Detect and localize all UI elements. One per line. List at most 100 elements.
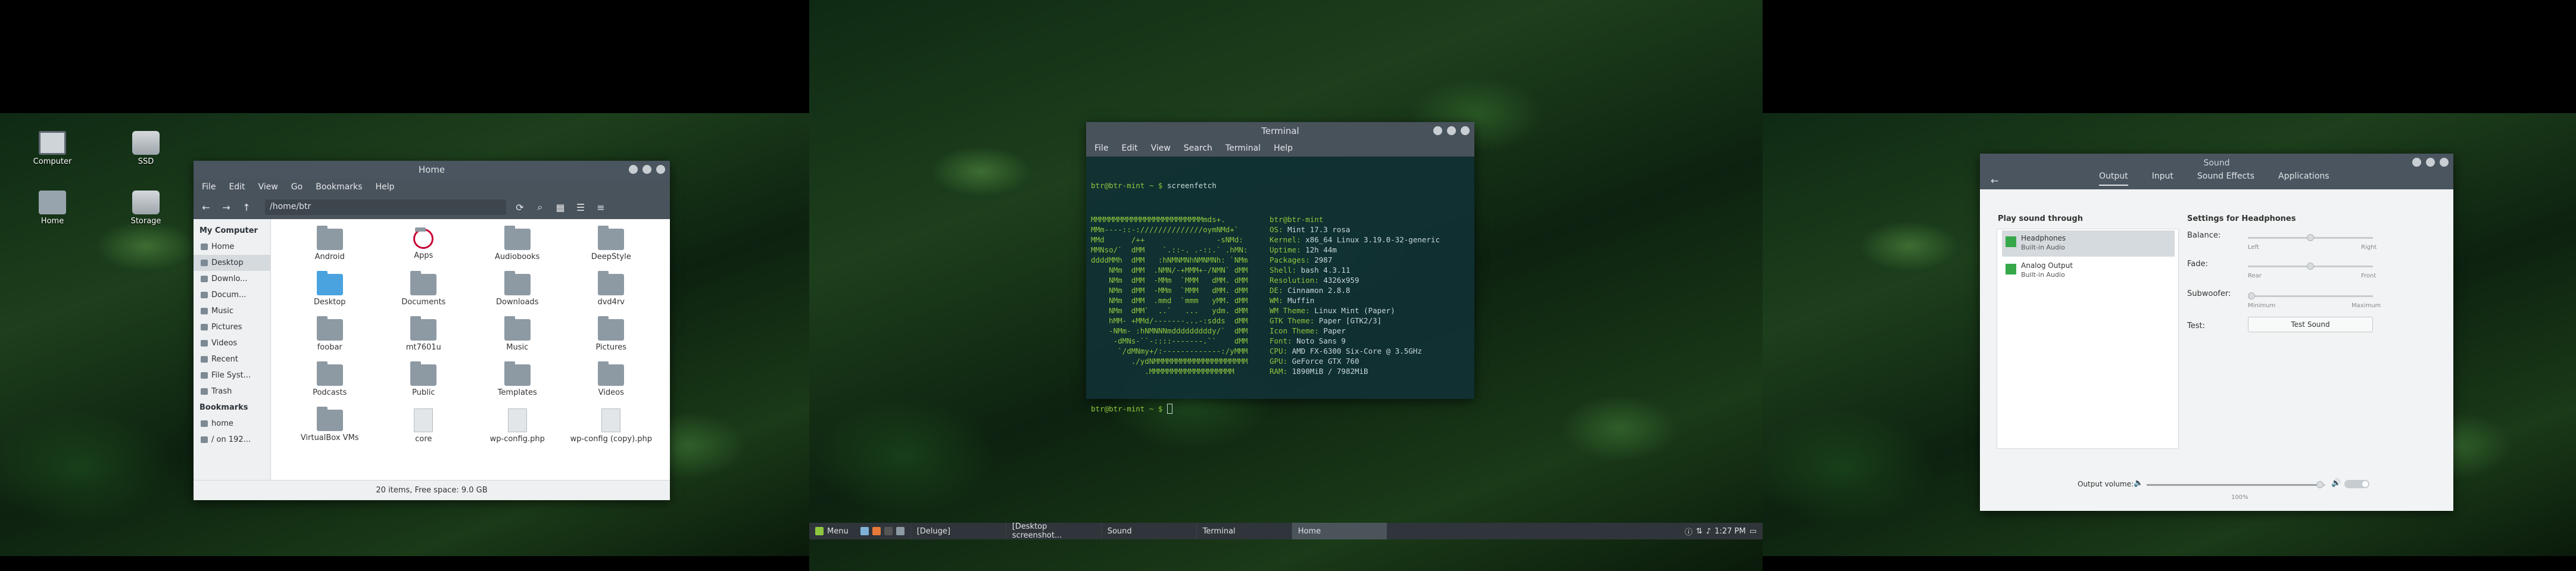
- up-icon[interactable]: ↑: [240, 202, 253, 213]
- file-item[interactable]: Android: [283, 225, 377, 270]
- file-item[interactable]: wp-config.php: [470, 406, 565, 451]
- desktop-icon-computer[interactable]: Computer: [23, 131, 82, 166]
- menu-help[interactable]: Help: [375, 182, 394, 192]
- clock[interactable]: 1:27 PM: [1714, 527, 1745, 536]
- taskbar-window-home[interactable]: Home: [1291, 523, 1387, 539]
- grid-view-icon[interactable]: ▦: [554, 202, 567, 213]
- sidebar-item-trash[interactable]: Trash: [194, 383, 270, 400]
- balance-slider[interactable]: [2248, 234, 2373, 241]
- forward-icon[interactable]: →: [220, 202, 233, 213]
- file-item[interactable]: Documents: [377, 270, 471, 316]
- file-item[interactable]: Desktop: [283, 270, 377, 316]
- file-item[interactable]: mt7601u: [377, 316, 471, 361]
- maximize-icon[interactable]: [1447, 126, 1456, 135]
- sidebar-item-filesystem[interactable]: File Syst...: [194, 367, 270, 383]
- info-icon[interactable]: ⓘ: [1685, 526, 1692, 537]
- subwoofer-slider[interactable]: [2248, 292, 2373, 299]
- close-icon[interactable]: [1461, 126, 1470, 135]
- ascii-logo: MMMMMMMMMMMMMMMMMMMMMMMMMmds+. MMm----::-…: [1091, 214, 1270, 376]
- maximize-icon[interactable]: [2426, 158, 2435, 167]
- file-item[interactable]: Templates: [470, 361, 565, 406]
- tab-input[interactable]: Input: [2152, 171, 2173, 186]
- sidebar-item-downloads[interactable]: Downlo...: [194, 271, 270, 287]
- file-item[interactable]: Pictures: [565, 316, 659, 361]
- compact-view-icon[interactable]: ≡: [594, 202, 607, 213]
- taskbar-window-terminal[interactable]: Terminal: [1196, 523, 1292, 539]
- close-icon[interactable]: [2440, 158, 2449, 167]
- file-item[interactable]: Public: [377, 361, 471, 406]
- sidebar-item-home[interactable]: Home: [194, 239, 270, 255]
- minimize-icon[interactable]: [1433, 126, 1442, 135]
- bookmark-item[interactable]: home: [194, 416, 270, 432]
- list-view-icon[interactable]: ☰: [574, 202, 587, 213]
- desktop-icon-storage[interactable]: Storage: [116, 191, 176, 226]
- file-item[interactable]: core: [377, 406, 471, 451]
- title-bar[interactable]: Home: [194, 161, 670, 179]
- mute-toggle[interactable]: [2344, 480, 2369, 488]
- menu-edit[interactable]: Edit: [229, 182, 245, 192]
- maximize-icon[interactable]: [643, 165, 651, 174]
- file-item[interactable]: Videos: [565, 361, 659, 406]
- device-headphones[interactable]: Headphones Built-in Audio: [2002, 230, 2175, 257]
- network-icon[interactable]: ⇅: [1696, 527, 1702, 536]
- title-bar[interactable]: Terminal: [1086, 122, 1474, 140]
- launcher[interactable]: [854, 523, 910, 539]
- file-item[interactable]: wp-config (copy).php: [565, 406, 659, 451]
- sidebar-item-desktop[interactable]: Desktop: [194, 255, 270, 271]
- tab-sound-effects[interactable]: Sound Effects: [2197, 171, 2254, 186]
- file-item[interactable]: Podcasts: [283, 361, 377, 406]
- slider-knob[interactable]: [2307, 263, 2314, 270]
- sidebar-item-videos[interactable]: Videos: [194, 335, 270, 351]
- sidebar-item-music[interactable]: Music: [194, 303, 270, 319]
- menu-bookmarks[interactable]: Bookmarks: [316, 182, 362, 192]
- refresh-icon[interactable]: ⟳: [513, 202, 526, 213]
- fade-slider[interactable]: [2248, 263, 2373, 270]
- file-item[interactable]: DeepStyle: [565, 225, 659, 270]
- sidebar-item-recent[interactable]: Recent: [194, 351, 270, 367]
- menu-button[interactable]: Menu: [809, 523, 854, 539]
- taskbar-window-sound[interactable]: Sound: [1100, 523, 1196, 539]
- volume-icon[interactable]: ♪: [1706, 527, 1711, 536]
- bookmark-item[interactable]: / on 192...: [194, 432, 270, 448]
- file-item[interactable]: Music: [470, 316, 565, 361]
- menu-view[interactable]: View: [258, 182, 278, 192]
- taskbar-window-screenshot[interactable]: [Desktop screenshot...: [1005, 522, 1101, 540]
- file-item[interactable]: dvd4rv: [565, 270, 659, 316]
- menu-view[interactable]: View: [1151, 143, 1171, 153]
- slider-knob[interactable]: [2248, 292, 2255, 299]
- tab-applications[interactable]: Applications: [2278, 171, 2329, 186]
- menu-edit[interactable]: Edit: [1121, 143, 1137, 153]
- slider-knob[interactable]: [2316, 481, 2324, 488]
- slider-knob[interactable]: [2307, 234, 2314, 241]
- menu-terminal[interactable]: Terminal: [1225, 143, 1261, 153]
- back-icon[interactable]: ←: [199, 202, 213, 213]
- file-item[interactable]: Apps: [377, 225, 471, 270]
- test-sound-button[interactable]: Test Sound: [2248, 317, 2373, 332]
- minimize-icon[interactable]: [629, 165, 638, 174]
- desktop-icon-home[interactable]: Home: [23, 191, 82, 226]
- desktop-icon-ssd[interactable]: SSD: [116, 131, 176, 166]
- header-bar[interactable]: Sound ← Output Input Sound Effects Appli…: [1980, 154, 2453, 189]
- menu-file[interactable]: File: [1094, 143, 1108, 153]
- minimize-icon[interactable]: [2412, 158, 2421, 167]
- menu-file[interactable]: File: [202, 182, 216, 192]
- sidebar-item-documents[interactable]: Docum...: [194, 287, 270, 303]
- location-input[interactable]: /home/btr: [265, 199, 506, 215]
- menu-help[interactable]: Help: [1274, 143, 1293, 153]
- menu-search[interactable]: Search: [1184, 143, 1212, 153]
- device-analog-output[interactable]: Analog Output Built-in Audio: [2002, 258, 2175, 284]
- file-item[interactable]: Audiobooks: [470, 225, 565, 270]
- terminal-output[interactable]: btr@btr-mint ~ $ screenfetch MMMMMMMMMMM…: [1086, 157, 1474, 438]
- workspace-icon[interactable]: ▭: [1749, 527, 1757, 536]
- close-icon[interactable]: [656, 165, 665, 174]
- menu-go[interactable]: Go: [291, 182, 302, 192]
- file-item[interactable]: Downloads: [470, 270, 565, 316]
- back-arrow-icon[interactable]: ←: [1991, 175, 1998, 186]
- search-icon[interactable]: ⌕: [534, 201, 547, 213]
- taskbar-window-deluge[interactable]: [Deluge]: [910, 523, 1006, 539]
- file-item[interactable]: VirtualBox VMs: [283, 406, 377, 451]
- output-volume-slider[interactable]: [2147, 481, 2325, 488]
- tab-output[interactable]: Output: [2099, 171, 2128, 186]
- sidebar-item-pictures[interactable]: Pictures: [194, 319, 270, 335]
- file-item[interactable]: foobar: [283, 316, 377, 361]
